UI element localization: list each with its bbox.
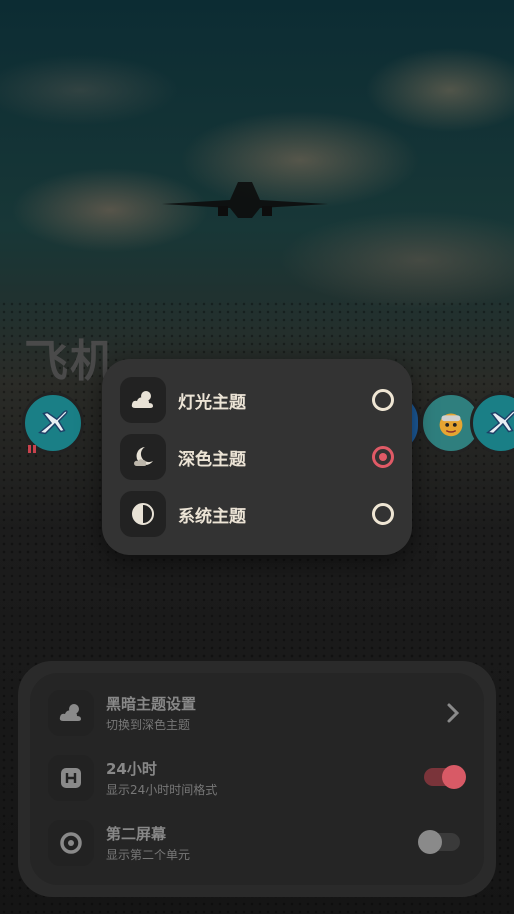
airplane-icon	[486, 410, 514, 435]
radio-button[interactable]	[372, 503, 394, 525]
equalizer-bars	[28, 438, 38, 453]
radio-button[interactable]	[372, 389, 394, 411]
second-screen-toggle[interactable]	[418, 830, 460, 854]
dark-theme-setting[interactable]: 黑暗主题设置 切换到深色主题	[48, 690, 468, 736]
target-icon	[48, 820, 94, 866]
page-indicator	[268, 655, 304, 670]
page-indicator	[144, 655, 171, 670]
theme-option-label: 深色主题	[178, 449, 246, 470]
theme-popup: 灯光主题 深色主题 系统主题	[102, 359, 412, 555]
setting-subtitle: 显示第二个单元	[106, 848, 191, 862]
theme-option-system[interactable]: 系统主题	[120, 491, 400, 537]
setting-title: 黑暗主题设置	[106, 695, 197, 713]
page-indicator	[322, 655, 358, 670]
radio-button-selected[interactable]	[372, 446, 394, 468]
hour24-toggle[interactable]	[424, 765, 466, 789]
moon-cloud-icon	[120, 434, 166, 480]
setting-title: 24小时	[106, 760, 157, 778]
h-square-icon	[48, 755, 94, 801]
setting-subtitle: 显示24小时时间格式	[106, 783, 218, 797]
half-circle-icon	[120, 491, 166, 537]
theme-option-label: 系统主题	[178, 506, 246, 527]
hour24-setting: 24小时 显示24小时时间格式	[48, 755, 468, 801]
theme-option-label: 灯光主题	[178, 392, 246, 413]
theme-option-dark[interactable]: 深色主题	[120, 434, 400, 480]
page-indicator	[200, 655, 236, 670]
setting-subtitle: 切换到深色主题	[106, 718, 191, 732]
airplane-icon	[38, 410, 68, 435]
cloud-sun-icon	[120, 377, 166, 423]
airplane-silhouette	[162, 182, 328, 218]
second-screen-setting: 第二屏幕 显示第二个单元	[48, 820, 468, 866]
chevron-right-icon	[447, 703, 460, 723]
setting-title: 第二屏幕	[106, 825, 167, 843]
cloud-sun-icon	[48, 690, 94, 736]
theme-option-light[interactable]: 灯光主题	[120, 377, 400, 423]
cartoon-pilot-icon	[439, 413, 463, 437]
